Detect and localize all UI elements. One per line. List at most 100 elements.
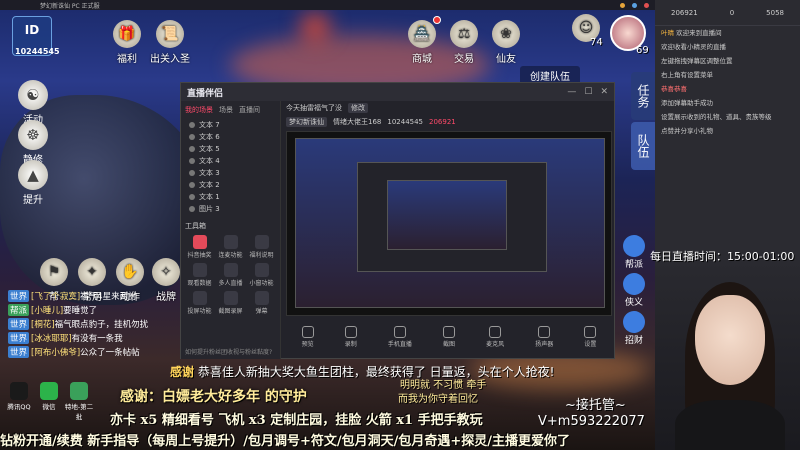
control-label: 麦克风 xyxy=(486,341,505,348)
trade-button[interactable]: ⚖ 交易 xyxy=(450,20,478,65)
chat-text: 添加弹幕助手成功 xyxy=(661,99,713,107)
layer-item[interactable]: 文本 4 xyxy=(181,155,280,167)
eye-icon[interactable] xyxy=(189,182,195,188)
edit-title-button[interactable]: 修改 xyxy=(348,103,368,113)
qq-label: 腾讯QQ xyxy=(7,403,31,411)
eye-icon[interactable] xyxy=(189,146,195,152)
fuli-button[interactable]: 🎁 福利 xyxy=(113,20,141,65)
camera-icon xyxy=(442,326,455,338)
layer-label: 文本 6 xyxy=(199,133,220,141)
desktop-icon-qq[interactable]: 腾讯QQ xyxy=(4,382,34,411)
maximize-icon[interactable] xyxy=(632,3,637,8)
tool-mini-window[interactable]: 小窗功能 xyxy=(247,263,276,287)
team-tab[interactable]: 队伍 xyxy=(631,122,655,170)
tab-scene[interactable]: 场景 xyxy=(219,105,233,115)
battle-card-icon: ✧ xyxy=(152,258,180,286)
minimize-icon[interactable] xyxy=(620,3,625,8)
settings-control[interactable]: 设置 xyxy=(584,326,596,348)
eye-icon[interactable] xyxy=(189,206,195,212)
friend-button[interactable]: ❀ 仙友 xyxy=(492,20,520,65)
marquee-prefix: 感谢 xyxy=(170,365,195,379)
desktop-icon-file[interactable]: 特地-第二批 xyxy=(64,382,94,421)
chat-name: [飞了个寂寞] xyxy=(31,292,81,302)
help-link[interactable]: 如何提升粉丝团收视与粉丝黏度? xyxy=(185,347,272,356)
guild-overlay-button[interactable]: 帮派 xyxy=(620,235,648,270)
eye-icon[interactable] xyxy=(189,122,195,128)
chat-text: 欢迎收看小精灵的直播 xyxy=(661,43,726,51)
maximize-icon[interactable]: ☐ xyxy=(584,87,592,97)
tool-label: 截图录屏 xyxy=(218,308,243,315)
record-icon xyxy=(223,291,238,305)
screenshot-control[interactable]: 截图 xyxy=(442,326,455,348)
live-chat-panel[interactable]: 206921 0 5058 叶晴 欢迎来到直播间 欢迎收看小精灵的直播 左键拖拽… xyxy=(655,0,800,260)
phone-live-control[interactable]: 手机直播 xyxy=(388,326,412,348)
shop-label: 商城 xyxy=(412,54,432,65)
avatar-level: 69 xyxy=(636,45,649,56)
tool-lottery[interactable]: 抖音抽奖 xyxy=(185,235,214,259)
layer-item[interactable]: 文本 3 xyxy=(181,167,280,179)
guild-overlay-label: 帮派 xyxy=(624,260,643,270)
record-icon xyxy=(344,326,357,338)
control-bar: 预览 录制 手机直播 截图 麦克风 扬声器 设置 xyxy=(286,321,612,353)
logo-glyph: ID xyxy=(24,23,40,37)
speaker-control[interactable]: 扬声器 xyxy=(535,326,553,348)
chat-text: 有没有一条我 xyxy=(71,334,123,344)
chat-channel-tag: 世界 xyxy=(8,332,30,344)
service-list-1: 亦卡 x5 精细看号 飞机 x3 定制庄园，挂脸 火箭 x1 手把手教玩 xyxy=(110,413,483,428)
task-tab[interactable]: 任务 xyxy=(631,72,655,120)
microphone-control[interactable]: 麦克风 xyxy=(486,326,504,348)
chat-text: 恭喜恭喜 xyxy=(661,85,687,93)
control-label: 设置 xyxy=(584,341,597,348)
cast-icon xyxy=(192,291,207,305)
chuguan-button[interactable]: 📜 出关入圣 xyxy=(150,20,190,65)
control-label: 录制 xyxy=(344,341,357,348)
chat-channel-tag: 世界 xyxy=(8,346,30,358)
chat-text: 左键拖拽弹幕区调整位置 xyxy=(661,57,733,65)
fortune-overlay-button[interactable]: 招财 xyxy=(620,311,648,346)
game-logo[interactable]: ID 10244545 xyxy=(12,16,60,56)
chivalry-overlay-button[interactable]: 侠义 xyxy=(620,273,648,308)
close-icon[interactable] xyxy=(644,3,649,8)
layer-label: 文本 5 xyxy=(199,145,220,153)
stream-title: 今天抽雷福气了没 xyxy=(286,104,342,112)
chat-row: 世界 [桐花]福气眼点豹子，挂机勿扰 xyxy=(8,318,188,331)
tool-danmaku[interactable]: 弹幕 xyxy=(247,291,276,315)
chat-text: 公众了一条帖帖 xyxy=(80,348,140,358)
shop-button[interactable]: 🏯 商城 xyxy=(408,20,436,65)
close-icon[interactable]: ✕ xyxy=(600,87,608,97)
microphone-icon xyxy=(489,326,502,338)
scene-tabs: 我的场景 场景 直播间 xyxy=(181,101,280,119)
tool-label: 观看数据 xyxy=(187,280,212,287)
eye-icon[interactable] xyxy=(189,194,195,200)
layer-item[interactable]: 文本 5 xyxy=(181,143,280,155)
layer-item[interactable]: 图片 3 xyxy=(181,203,280,215)
chat-text: 要睡觉了 xyxy=(63,306,98,316)
game-chat-log[interactable]: 世界 [飞了个寂寞]福气4星来两討 帮派 [小睡儿]要睡觉了 世界 [桐花]福气眼点豹… xyxy=(8,290,188,360)
tab-my-scene[interactable]: 我的场景 xyxy=(185,105,213,115)
layer-item[interactable]: 文本 7 xyxy=(181,119,280,131)
tool-welfare[interactable]: 福利说明 xyxy=(247,235,276,259)
chat-message: 恭喜恭喜 xyxy=(655,82,800,96)
layer-item[interactable]: 文本 6 xyxy=(181,131,280,143)
chuguan-label: 出关入圣 xyxy=(150,54,190,65)
eye-icon[interactable] xyxy=(189,170,195,176)
streaming-software-window[interactable]: 直播伴侣 — ☐ ✕ 我的场景 场景 直播间 文本 7 文本 6 文本 5 文本… xyxy=(180,82,615,359)
upgrade-button[interactable]: ▲ 提升 xyxy=(15,160,51,206)
desktop-icon-wechat[interactable]: 微信 xyxy=(34,382,64,411)
tab-room[interactable]: 直播间 xyxy=(239,105,260,115)
meditate-icon: ☸ xyxy=(18,120,48,150)
tool-record[interactable]: 截图录屏 xyxy=(216,291,245,315)
minimize-icon[interactable]: — xyxy=(567,87,576,97)
layer-item[interactable]: 文本 1 xyxy=(181,191,280,203)
tool-link-mic[interactable]: 连麦功能 xyxy=(216,235,245,259)
layer-item[interactable]: 文本 2 xyxy=(181,179,280,191)
eye-icon[interactable] xyxy=(189,134,195,140)
tool-multi-live[interactable]: 多人直播 xyxy=(216,263,245,287)
tool-view-data[interactable]: 观看数据 xyxy=(185,263,214,287)
record-control[interactable]: 录制 xyxy=(344,326,357,348)
preview-control[interactable]: 预览 xyxy=(301,326,314,348)
chat-channel-tag: 帮派 xyxy=(8,304,30,316)
tool-cast[interactable]: 投屏功能 xyxy=(185,291,214,315)
stream-preview[interactable] xyxy=(286,131,612,316)
eye-icon[interactable] xyxy=(189,158,195,164)
